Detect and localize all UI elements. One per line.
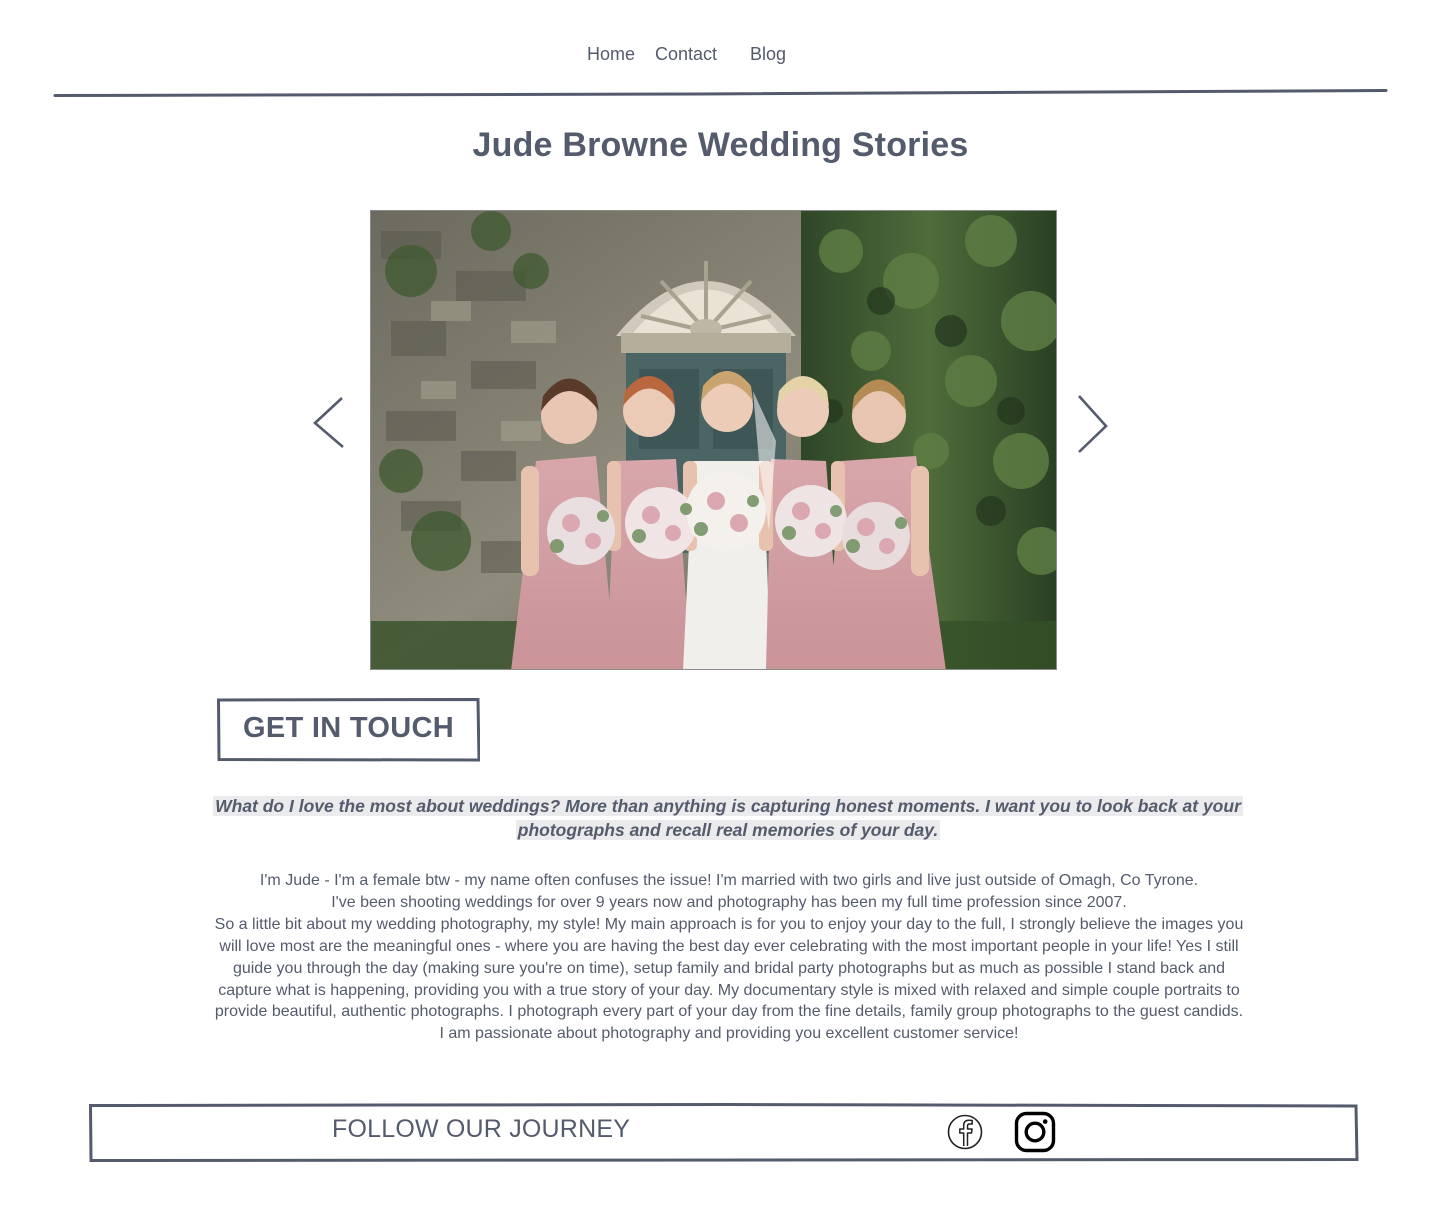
get-in-touch-label: GET IN TOUCH <box>243 712 454 744</box>
facebook-link[interactable] <box>947 1113 983 1151</box>
carousel-prev-button[interactable] <box>308 394 348 454</box>
bio-text: I'm Jude - I'm a female btw - my name of… <box>212 870 1246 1045</box>
page-title: Jude Browne Wedding Stories <box>472 126 969 164</box>
facebook-icon <box>947 1114 983 1150</box>
nav-divider <box>53 89 1388 97</box>
bio-paragraph: So a little bit about my wedding photogr… <box>214 915 1244 1043</box>
carousel-photo <box>370 210 1057 670</box>
chevron-left-icon <box>313 397 344 448</box>
instagram-icon <box>1014 1111 1056 1153</box>
instagram-link[interactable] <box>1014 1111 1056 1153</box>
bio-paragraph: I'm Jude - I'm a female btw - my name of… <box>259 872 1199 889</box>
bio-paragraph: I've been shooting weddings for over 9 y… <box>331 893 1127 911</box>
footer-frame <box>89 1103 1359 1163</box>
highlight-quote: What do I love the most about weddings? … <box>210 794 1246 842</box>
quote-text: What do I love the most about weddings? … <box>213 796 1243 840</box>
footer-follow-box: FOLLOW OUR JOURNEY <box>89 1103 1359 1163</box>
get-in-touch-button[interactable]: GET IN TOUCH <box>217 698 480 762</box>
carousel-next-button[interactable] <box>1073 394 1113 456</box>
chevron-right-icon <box>1078 395 1108 453</box>
bridal-party-photo <box>371 211 1056 669</box>
follow-our-journey-label: FOLLOW OUR JOURNEY <box>332 1115 631 1143</box>
